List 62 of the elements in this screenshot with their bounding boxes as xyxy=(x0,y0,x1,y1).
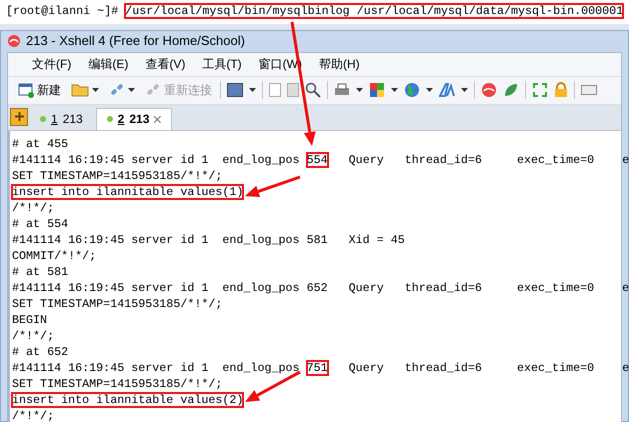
add-tab-button[interactable] xyxy=(10,108,28,126)
annotation-arrow xyxy=(245,176,300,198)
highlighted-text: 751 xyxy=(306,360,328,374)
fullscreen-icon[interactable] xyxy=(532,82,548,98)
highlighted-text: insert into ilannitable values(1) xyxy=(12,184,244,198)
close-icon[interactable] xyxy=(154,116,161,122)
terminal-text: # at 554 xyxy=(12,216,68,230)
terminal-text: # at 652 xyxy=(12,344,68,358)
lock-icon[interactable] xyxy=(554,82,568,98)
link-icon xyxy=(109,82,125,98)
terminal-text: /*!*/; xyxy=(12,408,54,422)
caret-icon xyxy=(461,88,468,92)
globe-icon[interactable] xyxy=(404,82,420,98)
folder-icon xyxy=(71,83,89,97)
caret-icon xyxy=(92,88,99,92)
terminal-text: [root@ilanni ~]# xyxy=(6,4,120,18)
terminal-text: #141114 16:19:45 server id 1 end_log_pos 652 Query thread_id=6 exec_time=0 e xyxy=(12,280,629,294)
highlighted-text: insert into ilannitable values(2) xyxy=(12,392,244,406)
app-logo-icon xyxy=(7,34,21,48)
properties-icon[interactable] xyxy=(227,83,243,97)
window-title: 213 - Xshell 4 (Free for Home/School) xyxy=(26,32,245,50)
terminal-text: SET TIMESTAMP=1415953185/*!*/; xyxy=(12,296,222,310)
tab[interactable]: 2 213 xyxy=(96,108,172,130)
menu-item[interactable]: 工具(T) xyxy=(200,55,244,73)
app-logo-icon[interactable] xyxy=(481,82,497,98)
terminal-text: Query thread_id=6 exec_time=0 e xyxy=(348,152,629,166)
colored-squares-icon[interactable] xyxy=(369,82,385,98)
menu-item[interactable]: 查看(V) xyxy=(143,55,188,73)
link-icon xyxy=(145,82,161,98)
search-icon[interactable] xyxy=(305,82,321,98)
terminal-text: Query thread_id=6 exec_time=0 e xyxy=(348,360,629,374)
menu-item[interactable]: 文件(F) xyxy=(30,55,74,73)
caret-icon xyxy=(249,88,256,92)
terminal-text: COMMIT/*!*/; xyxy=(12,248,96,262)
new-window-icon xyxy=(18,82,34,98)
terminal-text: # at 581 xyxy=(12,264,68,278)
terminal-text: /*!*/; xyxy=(12,328,54,342)
plus-icon xyxy=(14,112,24,121)
highlighted-text: /usr/local/mysql/bin/mysqlbinlog /usr/local/mysql/data/mysql-bin.000001 xyxy=(125,4,624,18)
printer-icon[interactable] xyxy=(334,82,350,98)
keyboard-icon[interactable] xyxy=(581,85,597,95)
leaf-icon[interactable] xyxy=(503,82,519,98)
terminal-text: BEGIN xyxy=(12,312,48,326)
caret-icon xyxy=(426,88,433,92)
terminal-text: #141114 16:19:45 server id 1 end_log_pos xyxy=(12,360,301,374)
menu-item[interactable]: 帮助(H) xyxy=(316,55,362,73)
caret-icon xyxy=(391,88,398,92)
terminal-text: #141114 16:19:45 server id 1 end_log_pos xyxy=(12,152,301,166)
terminal-text: SET TIMESTAMP=1415953185/*!*/; xyxy=(12,376,222,390)
terminal-text: # at 455 xyxy=(12,136,68,150)
toolbar-button[interactable] xyxy=(69,83,101,97)
caret-icon xyxy=(128,88,135,92)
terminal-text: #141114 16:19:45 server id 1 end_log_pos 581 Xid = 45 xyxy=(12,232,405,246)
highlighted-text: 554 xyxy=(306,152,328,166)
font-icon[interactable] xyxy=(439,82,455,98)
terminal-text: /*!*/; xyxy=(12,200,54,214)
tab[interactable]: 1 213 xyxy=(30,108,94,130)
copy-icon[interactable] xyxy=(269,83,281,97)
toolbar-button[interactable]: 新建 xyxy=(16,81,63,99)
menu-item[interactable]: 编辑(E) xyxy=(86,55,130,73)
terminal-text: SET TIMESTAMP=1415953185/*!*/; xyxy=(12,168,222,182)
caret-icon xyxy=(356,88,363,92)
